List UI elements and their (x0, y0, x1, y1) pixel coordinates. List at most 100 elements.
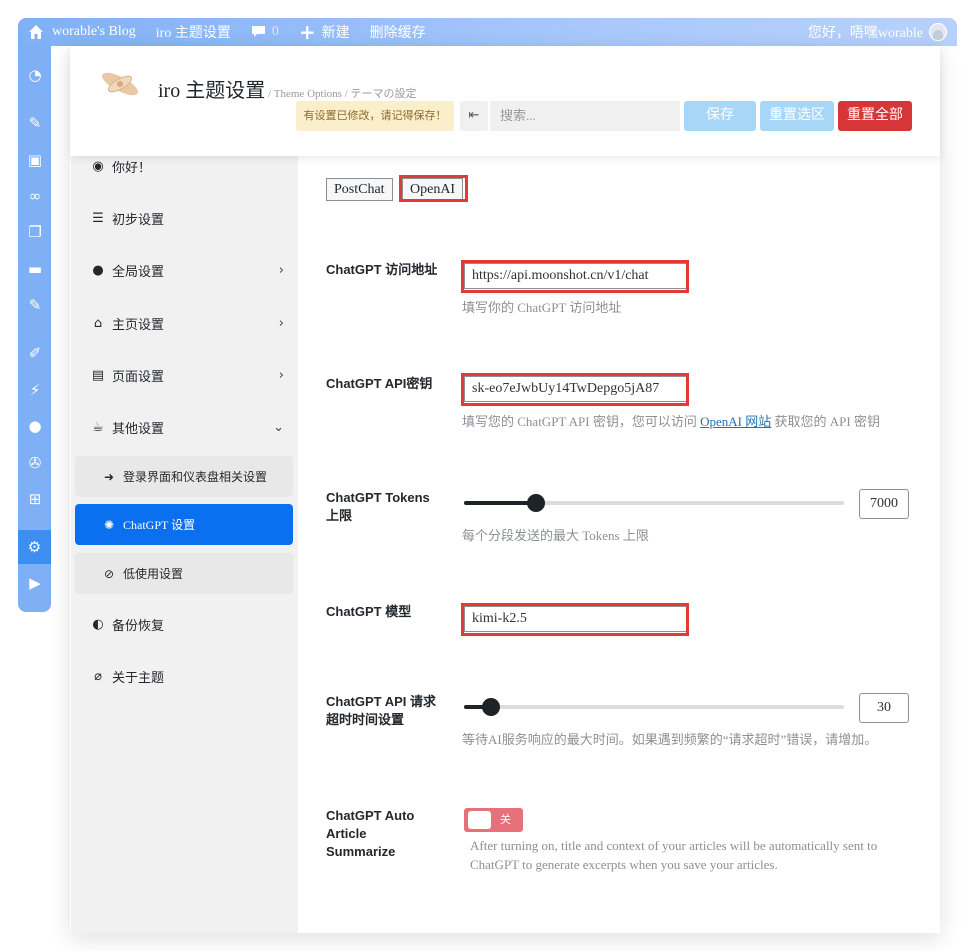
tokens-desc: 每个分段发送的最大 Tokens 上限 (462, 528, 649, 543)
clear-cache-link[interactable]: 删除缓存 (360, 18, 436, 46)
search-input[interactable] (490, 101, 680, 131)
api-key-desc-text: 填写您的 ChatGPT API 密钥，您可以访问 (462, 414, 701, 429)
timeout-desc: 等待AI服务响应的最大时间。如果遇到频繁的“请求超时”错误，请增加。 (462, 732, 878, 747)
timeout-slider-handle[interactable] (481, 698, 500, 716)
highlight-box (461, 603, 689, 636)
tokens-label: ChatGPT Tokens 上限 (326, 489, 430, 525)
paperclip-icon: ⌀ (94, 668, 102, 684)
auto-summarize-toggle[interactable]: 关 (464, 808, 523, 832)
tokens-slider-fill (464, 501, 537, 505)
theme-settings-link[interactable]: iro 主题设置 (146, 18, 241, 46)
api-key-desc-tail: 获取您的 API 密钥 (771, 414, 880, 429)
plus-icon: + (298, 20, 316, 44)
api-key-label: ChatGPT API密钥 (326, 376, 433, 391)
page-subtitle: / Theme Options / テーマの設定 (265, 88, 417, 100)
sliders-icon: ☰ (92, 210, 104, 226)
reset-section-button[interactable]: 重置选区 (760, 101, 834, 131)
settings-box-icon[interactable]: ⊞ (26, 490, 44, 508)
options-content: PostChat OpenAI ChatGPT 访问地址 https://api… (298, 156, 940, 933)
users-icon[interactable]: ● (26, 417, 44, 435)
comments-link[interactable]: 0 (241, 18, 289, 46)
dashboard-icon[interactable]: ◔ (26, 66, 44, 84)
nav-item-label: 其他设置 (112, 420, 165, 436)
toggle-knob (468, 811, 491, 829)
openai-link[interactable]: OpenAI 网站 (700, 414, 771, 429)
toggle-state-label: 关 (500, 813, 511, 826)
nav-sub-login-dashboard[interactable]: ➜ 登录界面和仪表盘相关设置 (75, 456, 293, 497)
iro-logo (102, 72, 138, 96)
timeout-slider[interactable] (464, 698, 844, 716)
play-icon[interactable]: ▶ (26, 574, 44, 592)
nav-item-label: 你好！ (112, 159, 152, 175)
timeout-label-line1: ChatGPT API 请求 (326, 694, 437, 709)
api-url-desc: 填写你的 ChatGPT 访问地址 (462, 300, 622, 315)
chevron-right-icon: › (278, 367, 284, 383)
tokens-label-line2: 上限 (326, 508, 353, 523)
tokens-slider-handle[interactable] (527, 494, 546, 512)
tools-icon[interactable]: ✇ (26, 454, 44, 472)
eye-slash-icon: ⊘ (103, 566, 115, 581)
nav-sub-chatgpt[interactable]: ✺ ChatGPT 设置 (75, 504, 293, 545)
comment-icon (251, 26, 265, 37)
timeout-label: ChatGPT API 请求 超时时间设置 (326, 693, 436, 729)
gear-icon[interactable]: ⚙ (18, 530, 51, 564)
pages-icon[interactable]: ❐ (26, 223, 44, 241)
nav-sub-label: ChatGPT 设置 (123, 518, 196, 532)
unsaved-notice: 有设置已修改，请记得保存！ (296, 101, 454, 131)
auto-summarize-label-line3: Summarize (326, 844, 396, 859)
site-name: worable's Blog (52, 24, 136, 39)
account-menu[interactable]: 您好，唔嘿worable (808, 22, 957, 42)
nav-item-label: 主页设置 (112, 316, 165, 332)
page-title: iro 主题设置 / Theme Options / テーマの設定 (158, 74, 416, 103)
pin-icon[interactable]: ✎ (26, 114, 44, 132)
media-icon[interactable]: ▣ (26, 151, 44, 169)
tab-postchat[interactable]: PostChat (326, 178, 393, 201)
nav-sub-label: 低使用设置 (123, 567, 184, 581)
site-home-link[interactable]: worable's Blog (18, 18, 146, 46)
options-header: iro 主题设置 / Theme Options / テーマの設定 有设置已修改… (70, 46, 940, 156)
admin-bar: worable's Blog iro 主题设置 0 + 新建 删除缓存 您好，唔… (18, 18, 957, 46)
nav-item-backup[interactable]: ◐ 备份恢复 (71, 606, 298, 642)
openai-icon: ✺ (103, 517, 115, 532)
new-label: 新建 (321, 26, 350, 41)
home-icon (29, 25, 43, 39)
timeout-number-input[interactable]: 30 (859, 693, 909, 723)
auto-summarize-label-line1: ChatGPT Auto (326, 808, 415, 823)
chevron-right-icon: › (278, 315, 284, 331)
nav-item-label: 初步设置 (112, 211, 165, 227)
comments-count: 0 (271, 24, 279, 39)
highlight-box (399, 175, 468, 202)
options-nav: ◉ 你好！ ☰ 初步设置 ● 全局设置 › ⌂ 主页设置 › ▤ 页面设置 › … (71, 156, 298, 933)
pin-icon[interactable]: ✎ (26, 296, 44, 314)
nav-sub-low-usage[interactable]: ⊘ 低使用设置 (75, 553, 293, 594)
nav-item-basic[interactable]: ☰ 初步设置 (71, 200, 298, 236)
shield-icon: ◐ (92, 616, 104, 632)
save-button[interactable]: 保存 (684, 101, 756, 131)
model-label: ChatGPT 模型 (326, 604, 412, 619)
hello-icon: ◉ (92, 158, 104, 174)
highlight-box (461, 373, 689, 406)
screenshot-frame: worable's Blog iro 主题设置 0 + 新建 删除缓存 您好，唔… (0, 0, 975, 951)
chevron-down-icon: ⌄ (273, 419, 284, 435)
tokens-number-input[interactable]: 7000 (859, 489, 909, 519)
coffee-icon: ☕ (92, 419, 104, 435)
new-content-link[interactable]: + 新建 (289, 18, 360, 46)
collapse-all-button[interactable]: ⇤ (460, 101, 488, 131)
appearance-icon[interactable]: ✐ (26, 344, 44, 362)
nav-item-other[interactable]: ☕ 其他设置 ⌄ (71, 409, 298, 445)
nav-item-label: 全局设置 (112, 263, 165, 279)
home-icon: ⌂ (93, 315, 103, 331)
comments-icon[interactable]: ▬ (26, 260, 44, 278)
globe-icon: ● (92, 262, 104, 278)
link-icon[interactable]: ∞ (26, 187, 44, 205)
nav-item-global[interactable]: ● 全局设置 › (71, 252, 298, 288)
tokens-slider[interactable] (464, 494, 844, 512)
auto-summarize-label: ChatGPT Auto Article Summarize (326, 807, 414, 861)
nav-item-about[interactable]: ⌀ 关于主题 (71, 658, 298, 694)
plugins-icon[interactable]: ⚡ (26, 381, 44, 399)
nav-item-page[interactable]: ▤ 页面设置 › (71, 357, 298, 393)
clear-cache-label: 删除缓存 (369, 26, 426, 41)
reset-all-button[interactable]: 重置全部 (838, 101, 912, 131)
nav-item-home[interactable]: ⌂ 主页设置 › (71, 305, 298, 341)
auto-summarize-label-line2: Article (326, 826, 367, 841)
